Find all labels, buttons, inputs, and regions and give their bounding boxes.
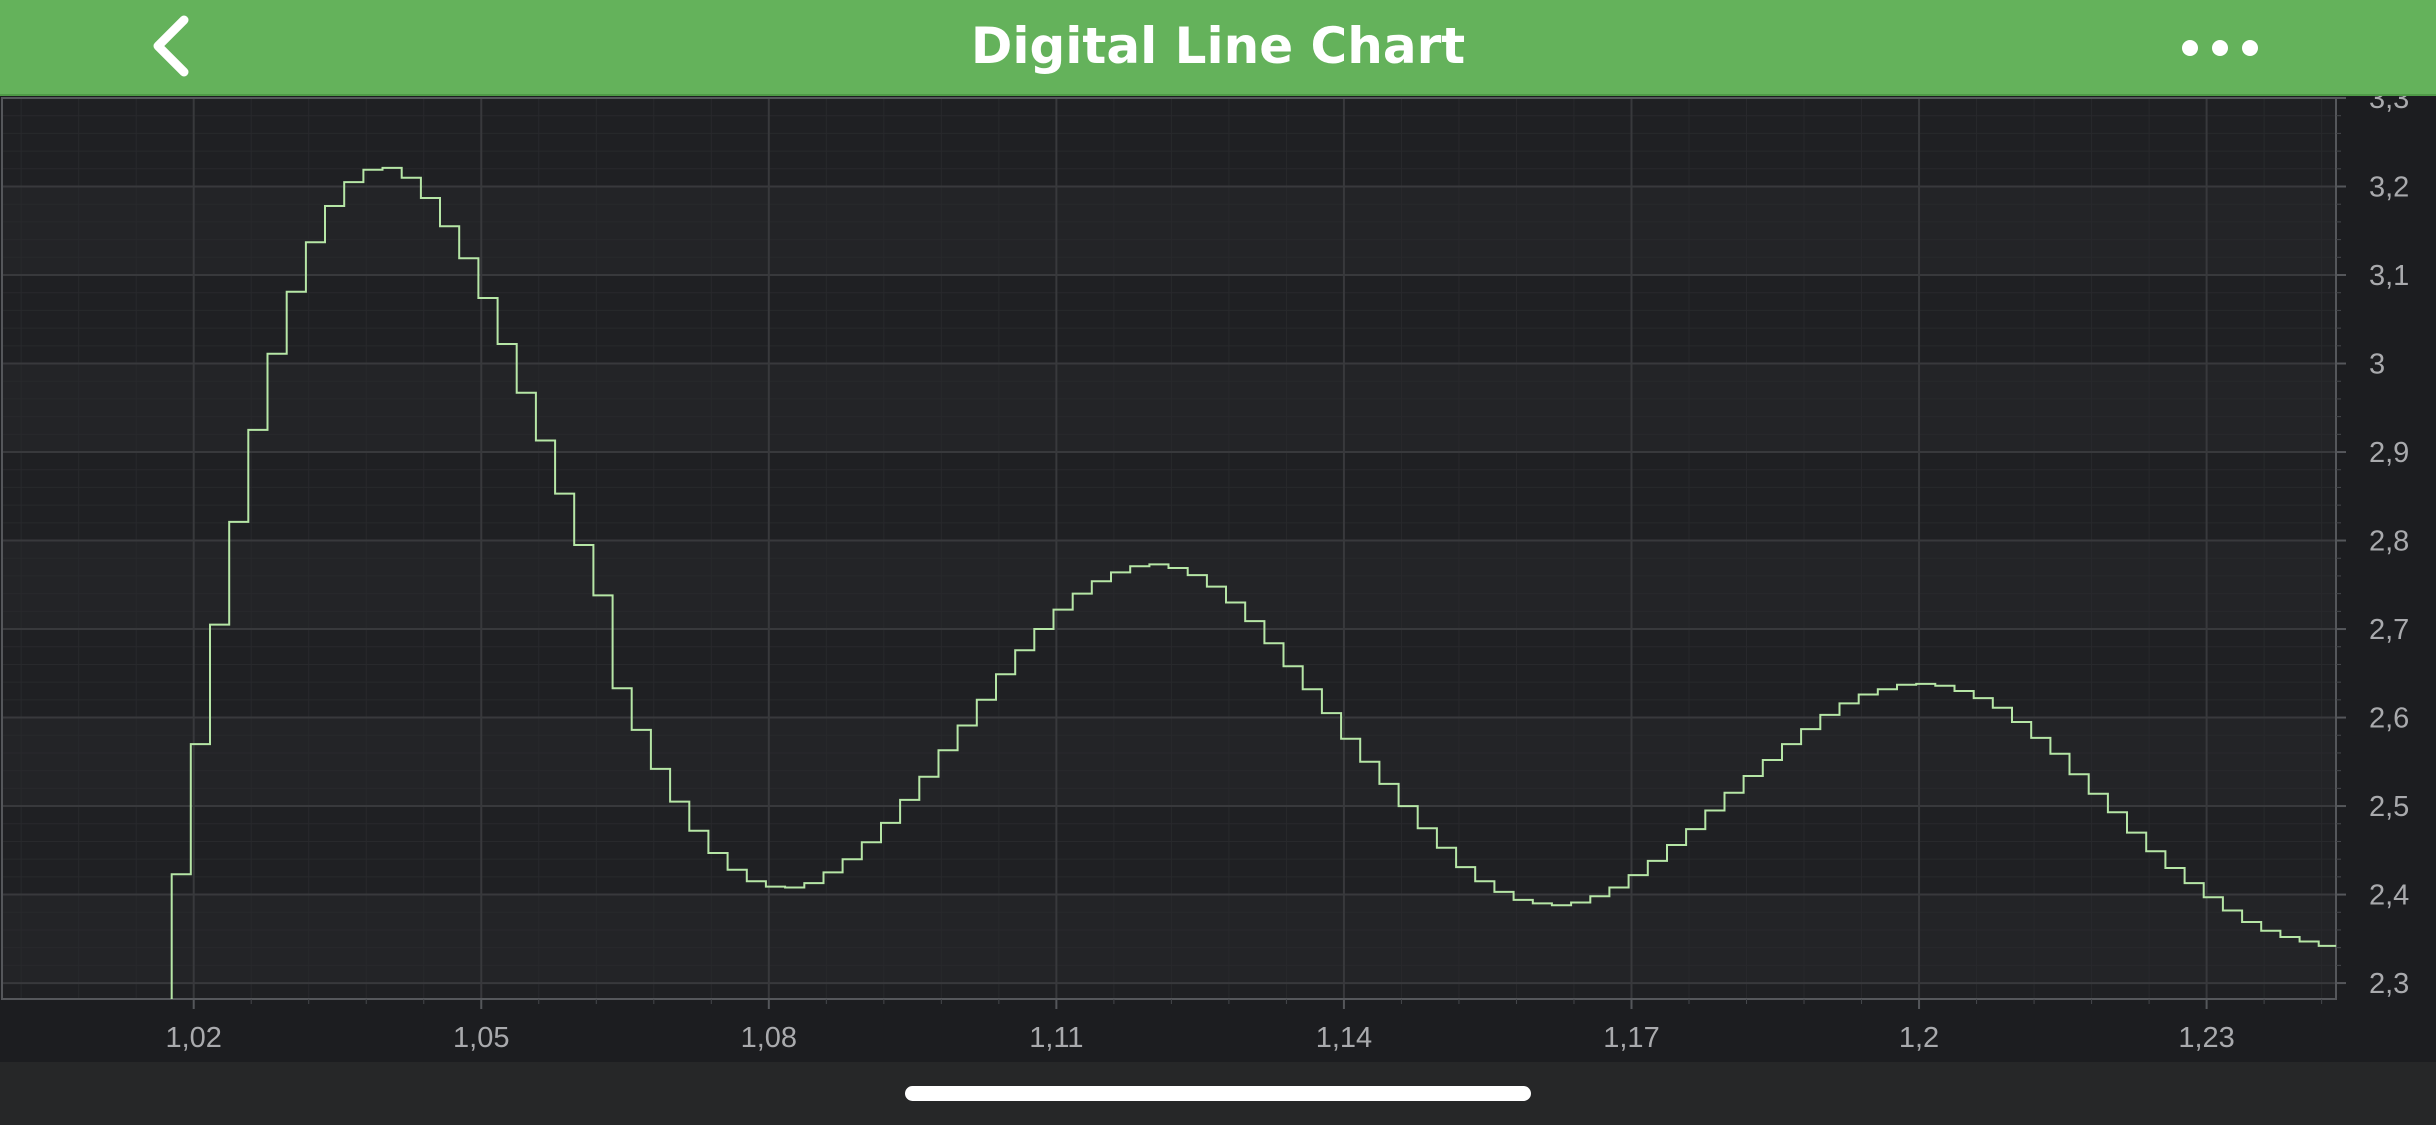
grid-band [2, 186, 2336, 276]
home-indicator[interactable] [905, 1086, 1531, 1101]
x-axis-tick-label: 1,23 [2178, 1022, 2234, 1054]
x-axis-tick-label: 1,14 [1316, 1022, 1372, 1054]
y-axis-tick-label: 2,4 [2369, 880, 2409, 912]
y-axis-tick-label: 2,9 [2369, 437, 2409, 469]
more-button[interactable] [2170, 22, 2270, 74]
x-axis-tick-label: 1,2 [1899, 1022, 1939, 1054]
y-axis-tick-label: 2,7 [2369, 614, 2409, 646]
grid-band [2, 717, 2336, 807]
y-axis-tick-label: 2,5 [2369, 791, 2409, 823]
y-axis-tick-label: 3,1 [2369, 260, 2409, 292]
grid-band [2, 540, 2336, 630]
y-axis-tick-label: 3 [2369, 349, 2385, 381]
grid-band [2, 894, 2336, 984]
x-axis-tick-label: 1,17 [1603, 1022, 1659, 1054]
y-axis-tick-label: 3,2 [2369, 172, 2409, 204]
x-axis-tick-label: 1,02 [165, 1022, 221, 1054]
y-axis-tick-label: 3,3 [2369, 96, 2409, 115]
x-axis-tick-label: 1,11 [1029, 1022, 1083, 1054]
page-title: Digital Line Chart [970, 17, 1466, 75]
step-line-chart[interactable]: 1,02 1,05 1,08 1,11 1,14 1,17 1,2 1,23 2,3 2,4 2,5… [0, 83, 2436, 1062]
chart-area[interactable]: 1,02 1,05 1,08 1,11 1,14 1,17 1,2 1,23 2,3 2,4 2,5… [0, 83, 2436, 1062]
x-axis: 1,02 1,05 1,08 1,11 1,14 1,17 1,2 1,23 [165, 999, 2323, 1054]
y-axis-tick-label: 2,3 [2369, 968, 2409, 1000]
nav-bar: Digital Line Chart [0, 0, 2436, 96]
y-axis: 2,3 2,4 2,5 2,6 2,7 2,8 2,9 3 3,1 3,2 3,3 [2336, 83, 2409, 1000]
grid-band [2, 363, 2336, 453]
y-axis-tick-label: 2,6 [2369, 703, 2409, 735]
x-axis-tick-label: 1,08 [741, 1022, 797, 1054]
y-axis-tick-label: 2,8 [2369, 526, 2409, 558]
x-axis-tick-label: 1,05 [453, 1022, 509, 1054]
more-horizontal-icon [2182, 40, 2258, 56]
